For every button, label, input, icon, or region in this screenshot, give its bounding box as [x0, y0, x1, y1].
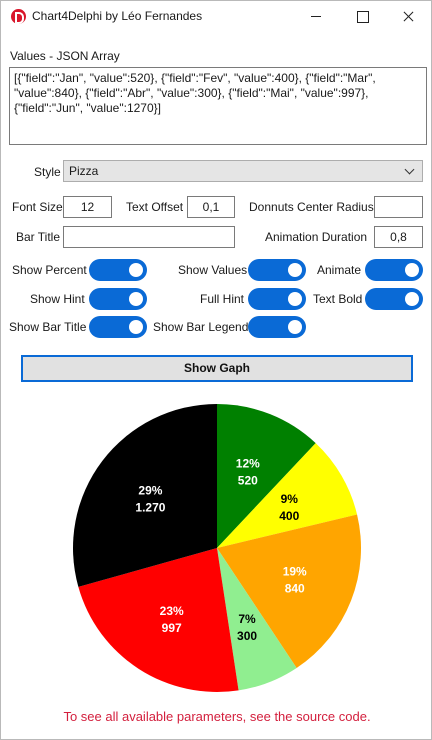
pie-value-label: 997 — [162, 621, 182, 635]
font-size-input[interactable]: 12 — [63, 196, 112, 218]
text-offset-input[interactable]: 0,1 — [187, 196, 235, 218]
show-values-label: Show Values — [178, 263, 248, 277]
maximize-icon[interactable] — [339, 1, 385, 32]
text-bold-toggle[interactable] — [365, 288, 423, 310]
text-offset-label: Text Offset — [126, 200, 184, 214]
full-hint-toggle[interactable] — [248, 288, 306, 310]
style-select[interactable]: Pizza — [63, 160, 423, 182]
window-title: Chart4Delphi by Léo Fernandes — [32, 9, 203, 23]
bar-title-label: Bar Title — [16, 230, 61, 244]
pie-percent-label: 7% — [238, 612, 256, 626]
animation-duration-label: Animation Duration — [265, 230, 368, 244]
font-size-label: Font Size — [12, 200, 63, 214]
style-label: Style — [34, 165, 61, 179]
animation-duration-input[interactable]: 0,8 — [374, 226, 423, 248]
pie-value-label: 840 — [285, 582, 305, 596]
pie-percent-label: 19% — [283, 565, 307, 579]
style-select-value: Pizza — [69, 164, 99, 178]
pie-value-label: 400 — [279, 509, 299, 523]
chevron-down-icon — [403, 164, 417, 178]
full-hint-label: Full Hint — [200, 292, 245, 306]
text-bold-label: Text Bold — [313, 292, 363, 306]
show-bar-legend-label: Show Bar Legend — [153, 320, 249, 334]
show-hint-toggle[interactable] — [89, 288, 147, 310]
title-bar[interactable]: Chart4Delphi by Léo Fernandes — [1, 1, 431, 32]
pie-percent-label: 9% — [281, 492, 299, 506]
show-percent-toggle[interactable] — [89, 259, 147, 281]
footer-note: To see all available parameters, see the… — [63, 709, 371, 724]
show-percent-label: Show Percent — [12, 263, 87, 277]
pie-value-label: 520 — [238, 473, 258, 487]
minimize-icon[interactable] — [293, 1, 339, 32]
app-window: Chart4Delphi by Léo Fernandes Values - J… — [0, 0, 432, 740]
pie-value-label: 300 — [237, 629, 257, 643]
donut-radius-label: Donnuts Center Radius — [249, 200, 374, 214]
pie-value-label: 1.270 — [135, 501, 165, 515]
pie-percent-label: 29% — [138, 484, 162, 498]
show-bar-legend-toggle[interactable] — [248, 316, 306, 338]
show-bar-title-toggle[interactable] — [89, 316, 147, 338]
donut-radius-input[interactable] — [374, 196, 423, 218]
json-array-input[interactable]: [{"field":"Jan", "value":520}, {"field":… — [9, 67, 427, 145]
app-logo-icon — [11, 9, 26, 24]
close-icon[interactable] — [385, 1, 431, 32]
pie-percent-label: 12% — [236, 456, 260, 470]
pie-chart: 12% 520 9% 400 19% 840 7% 300 23% 997 29% 1.270 — [73, 404, 361, 692]
show-hint-label: Show Hint — [30, 292, 85, 306]
show-graph-button[interactable]: Show Gaph — [21, 355, 413, 382]
animate-toggle[interactable] — [365, 259, 423, 281]
bar-title-input[interactable] — [63, 226, 235, 248]
values-label: Values - JSON Array — [10, 49, 120, 63]
animate-label: Animate — [317, 263, 362, 277]
show-bar-title-label: Show Bar Title — [9, 320, 87, 334]
show-values-toggle[interactable] — [248, 259, 306, 281]
pie-percent-label: 23% — [160, 604, 184, 618]
